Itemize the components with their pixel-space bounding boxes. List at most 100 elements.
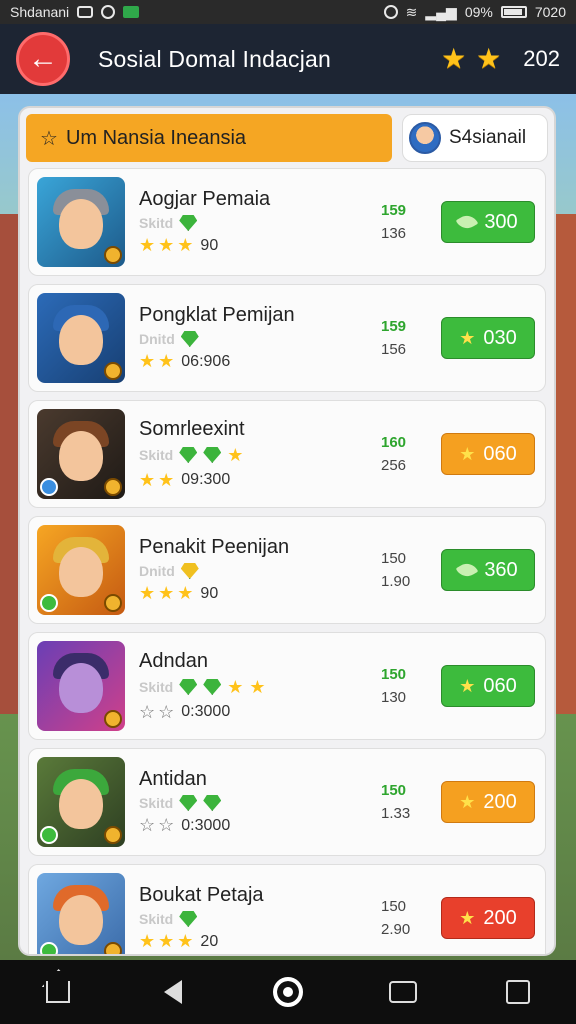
reward-button[interactable]: 300 bbox=[441, 201, 535, 243]
nav-back-button[interactable] bbox=[149, 968, 197, 1016]
star-icon: ★ bbox=[459, 327, 476, 348]
rating-value: 90 bbox=[200, 584, 219, 602]
bottom-nav bbox=[0, 960, 576, 1024]
chat-icon bbox=[389, 981, 418, 1003]
reward-button-label: 200 bbox=[483, 906, 517, 929]
player-name: Antidan bbox=[139, 768, 207, 790]
score-bottom: 256 bbox=[381, 457, 407, 474]
alarm-icon bbox=[383, 5, 398, 19]
score-top: 160 bbox=[381, 434, 407, 451]
tab-bar: ☆ Um Nansia Ineansia S4sianail bbox=[20, 108, 554, 168]
rating-value: 09:300 bbox=[181, 471, 231, 488]
star-icon: ★ bbox=[227, 444, 244, 465]
nav-shop-button[interactable] bbox=[494, 968, 542, 1016]
list-item[interactable]: Boukat Petaja Skitd ★ ★ ★ 20 150 2.90 ★ 200 bbox=[28, 864, 546, 954]
tab-active[interactable]: ☆ Um Nansia Ineansia bbox=[26, 114, 392, 162]
list-item[interactable]: Somrleexint Skitd ★ ★ ★ 09:300 160 256 ★ 060 bbox=[28, 400, 546, 508]
leaf-icon bbox=[456, 211, 479, 233]
rating: ★ ★ 06:906 bbox=[139, 351, 231, 371]
list-item[interactable]: Antidan Skitd ☆ ☆ 0:3000 150 1.33 ★ 200 bbox=[28, 748, 546, 856]
rating: ☆ ☆ 0:3000 bbox=[139, 815, 231, 835]
player-subtag: Skitd bbox=[139, 447, 174, 463]
player-name: Pongklat Pemijan bbox=[139, 304, 295, 326]
rating: ★ ★ ★ 90 bbox=[139, 235, 219, 255]
nav-home-button[interactable] bbox=[34, 968, 82, 1016]
rating-value: 20 bbox=[200, 932, 219, 950]
tab-user-label: S4sianail bbox=[449, 127, 527, 148]
score-top: 150 bbox=[381, 898, 407, 915]
player-subtag: Skitd bbox=[139, 215, 174, 231]
star-icon: ★ bbox=[459, 443, 476, 464]
gem-icon bbox=[203, 795, 222, 811]
gem-icon bbox=[180, 563, 199, 579]
reward-button[interactable]: ★ 060 bbox=[441, 665, 535, 707]
score-top: 159 bbox=[381, 318, 407, 335]
battery-percent: 09% bbox=[464, 4, 493, 20]
tab-user[interactable]: S4sianail bbox=[402, 114, 548, 162]
sync-icon bbox=[101, 5, 116, 19]
list-item[interactable]: Aogjar Pemaia Skitd ★ ★ ★ 90 159 136 300 bbox=[28, 168, 546, 276]
player-portrait bbox=[37, 409, 125, 499]
player-name: Boukat Petaja bbox=[139, 884, 264, 906]
star-icon: ★ bbox=[459, 791, 476, 812]
nav-play-button[interactable] bbox=[264, 968, 312, 1016]
rating: ☆ ☆ 0:3000 bbox=[139, 701, 231, 722]
score-bottom: 1.90 bbox=[381, 573, 411, 590]
score-bottom: 156 bbox=[381, 341, 407, 358]
player-portrait bbox=[37, 641, 125, 731]
list-item[interactable]: Adndan Skitd ★ ★ ☆ ☆ 0:3000 150 130 ★ 060 bbox=[28, 632, 546, 740]
player-subtag: Skitd bbox=[139, 795, 174, 811]
star-count: 202 bbox=[523, 46, 560, 71]
leaf-icon bbox=[456, 559, 479, 581]
wifi-icon: ≋ bbox=[405, 3, 418, 20]
score-top: 150 bbox=[381, 666, 407, 683]
avatar bbox=[409, 122, 441, 154]
player-subtag: Skitd bbox=[139, 679, 174, 695]
star-icon: ★ bbox=[441, 43, 467, 74]
star-icon: ★ bbox=[249, 676, 266, 697]
score-top: 150 bbox=[381, 550, 407, 567]
app-header: ← Sosial Domal Indacjan ★ ★ 202 bbox=[0, 24, 576, 94]
score-top: 159 bbox=[381, 202, 407, 219]
reward-button[interactable]: ★ 030 bbox=[441, 317, 535, 359]
star-icon: ★ bbox=[459, 675, 476, 696]
gem-icon bbox=[179, 795, 198, 811]
back-button[interactable]: ← bbox=[16, 32, 70, 86]
status-bar: Shdanani ≋ ▂▄▆ 09% 7020 bbox=[0, 0, 576, 24]
reward-button-label: 060 bbox=[483, 442, 517, 465]
score-bottom: 130 bbox=[381, 689, 407, 706]
rating-value: 0:3000 bbox=[181, 816, 231, 834]
reward-button[interactable]: ★ 060 bbox=[441, 433, 535, 475]
battery-icon bbox=[500, 6, 527, 18]
rating-value: 90 bbox=[200, 236, 219, 254]
player-portrait bbox=[37, 177, 125, 267]
reward-button[interactable]: 360 bbox=[441, 549, 535, 591]
rating-value: 06:906 bbox=[181, 352, 231, 370]
player-list: Aogjar Pemaia Skitd ★ ★ ★ 90 159 136 300 Pon… bbox=[20, 168, 554, 954]
reward-button[interactable]: ★ 200 bbox=[441, 897, 535, 939]
score-top: 150 bbox=[381, 782, 407, 799]
reward-button-label: 060 bbox=[483, 674, 517, 697]
player-portrait bbox=[37, 873, 125, 954]
home-icon bbox=[45, 981, 70, 1003]
gem-icon bbox=[203, 447, 222, 463]
player-portrait bbox=[37, 293, 125, 383]
player-portrait bbox=[37, 525, 125, 615]
notification-icon bbox=[77, 6, 94, 18]
list-item[interactable]: Penakit Peenijan Dnitd ★ ★ ★ 90 150 1.90 360 bbox=[28, 516, 546, 624]
nav-chat-button[interactable] bbox=[379, 968, 427, 1016]
rating: ★ ★ 09:300 bbox=[139, 469, 231, 490]
tab-active-label: Um Nansia Ineansia bbox=[65, 126, 247, 149]
rating: ★ ★ ★ 90 bbox=[139, 583, 219, 603]
list-item[interactable]: Pongklat Pemijan Dnitd ★ ★ 06:906 159 156 ★… bbox=[28, 284, 546, 392]
reward-button-label: 030 bbox=[483, 326, 517, 349]
gem-icon bbox=[179, 911, 198, 927]
page-title: Sosial Domal Indacjan bbox=[98, 45, 332, 72]
reward-button-label: 300 bbox=[484, 210, 518, 233]
reward-button[interactable]: ★ 200 bbox=[441, 781, 535, 823]
reward-button-label: 360 bbox=[484, 558, 518, 581]
message-icon bbox=[123, 6, 140, 18]
star-icon: ★ bbox=[476, 43, 502, 74]
player-subtag: Dnitd bbox=[139, 563, 175, 579]
gem-icon bbox=[179, 447, 198, 463]
